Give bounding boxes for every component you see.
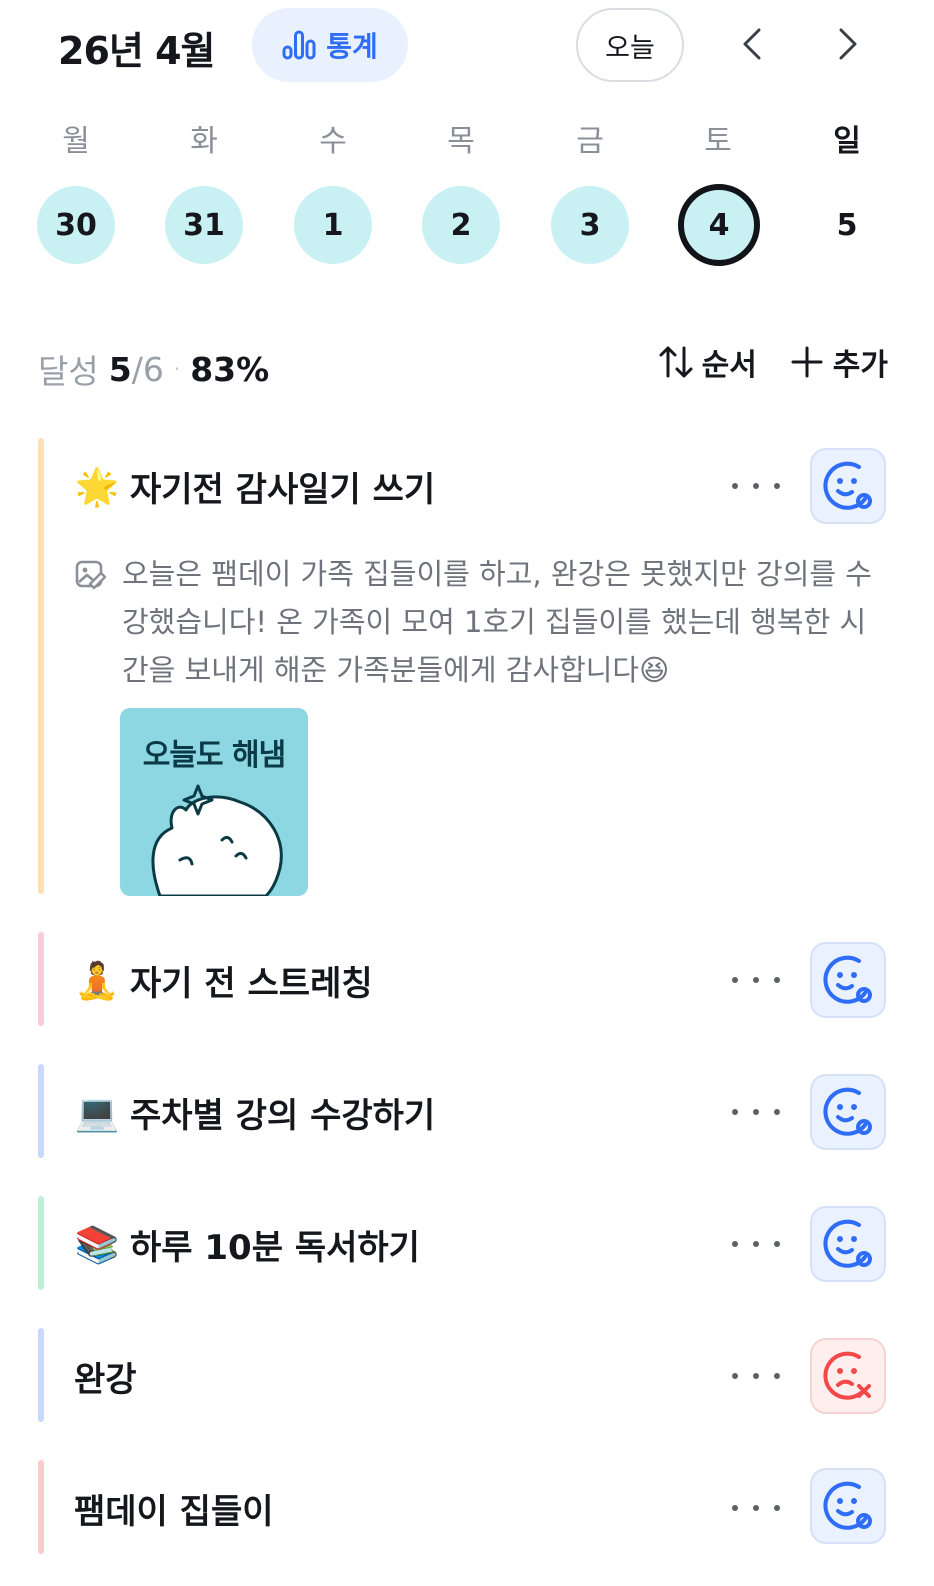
habit-item[interactable]: 💻 주차별 강의 수강하기 [38,1064,896,1158]
habit-title: 💻 주차별 강의 수강하기 [74,1088,436,1137]
date-cell[interactable]: 30 [37,186,115,264]
mood-check-button[interactable] [810,1206,886,1282]
weekday-sun: 일 [833,124,861,159]
date-cell-selected[interactable]: 4 [678,184,760,266]
habit-memo: 오늘은 팸데이 가족 집들이를 하고, 완강은 못했지만 강의를 수강했습니다!… [74,550,874,694]
more-options-icon[interactable] [732,1356,780,1396]
today-button[interactable]: 오늘 [576,8,684,82]
habit-color-bar [38,932,44,1026]
more-options-icon[interactable] [732,1488,780,1528]
weekday-fri: 금 [576,124,604,159]
chevron-right-icon[interactable] [826,22,870,66]
achievement-label: 달성 [38,352,99,391]
mood-check-button[interactable] [810,448,886,524]
weekday-mon: 월 [62,124,90,159]
habit-title-text: 자기전 감사일기 쓰기 [130,470,436,510]
smile-check-icon [823,1219,872,1268]
habit-color-bar [38,1328,44,1422]
weekday-wed: 수 [319,124,347,159]
more-options-icon[interactable] [732,960,780,1000]
plus-icon [791,346,823,378]
more-options-icon[interactable] [732,1092,780,1132]
habit-title: 🧘 자기 전 스트레칭 [74,956,373,1005]
mood-check-button[interactable] [810,942,886,1018]
habit-title-text: 주차별 강의 수강하기 [130,1096,436,1136]
sort-arrows-icon [659,346,693,378]
sticker-character-icon [151,784,283,896]
habit-color-bar [38,1064,44,1158]
mood-fail-button[interactable] [810,1338,886,1414]
habit-title: 📚 하루 10분 독서하기 [74,1220,420,1269]
sort-button[interactable]: 순서 [656,340,757,384]
habit-title-text: 완강 [74,1360,137,1400]
separator-dot: · [173,357,181,381]
habit-item[interactable]: 🧘 자기 전 스트레칭 [38,932,896,1026]
habit-item[interactable]: 완강 [38,1328,896,1422]
weekday-row: 월 화 수 목 금 토 일 [0,116,934,164]
smile-check-icon [823,955,872,1004]
habit-item[interactable]: 팸데이 집들이 [38,1460,896,1554]
date-row: 30 31 1 2 3 4 5 [0,184,934,266]
weekday-thu: 목 [447,124,475,159]
memo-text: 오늘은 팸데이 가족 집들이를 하고, 완강은 못했지만 강의를 수강했습니다!… [122,557,872,687]
smile-check-icon [823,461,872,510]
add-habit-button[interactable]: 추가 [787,340,888,384]
more-options-icon[interactable] [732,1224,780,1264]
sticker-image: 오늘도 해냄 [120,708,308,896]
stats-label: 통계 [326,30,378,63]
star-emoji-icon: 🌟 [74,466,120,508]
add-label: 추가 [832,348,888,383]
habit-title-text: 팸데이 집들이 [74,1492,274,1532]
month-title: 26년 4월 [58,29,215,73]
habit-color-bar [38,1460,44,1554]
books-emoji-icon: 📚 [74,1224,120,1266]
habit-color-bar [38,1196,44,1290]
list-actions: 순서 추가 [656,340,888,384]
habit-title-text: 하루 10분 독서하기 [130,1228,420,1268]
image-memo-icon [75,560,107,590]
more-options-icon[interactable] [732,466,780,506]
bar-chart-icon [282,30,316,60]
achievement-fraction: 5/6 [109,350,164,389]
chevron-left-icon[interactable] [730,22,774,66]
habit-item[interactable]: 🌟 자기전 감사일기 쓰기 오늘은 팸데이 가족 집들이를 하고, 완강은 못했… [38,438,896,896]
laptop-emoji-icon: 💻 [74,1092,120,1134]
date-cell[interactable]: 3 [551,186,629,264]
mood-check-button[interactable] [810,1074,886,1150]
sort-label: 순서 [701,348,757,383]
weekday-sat: 토 [704,124,732,159]
habit-title: 팸데이 집들이 [74,1484,274,1533]
sad-x-icon [823,1351,871,1400]
habit-title-text: 자기 전 스트레칭 [130,964,373,1004]
habit-title: 완강 [74,1352,137,1401]
habit-color-bar [38,438,44,894]
smile-check-icon [823,1481,872,1530]
stats-button[interactable]: 통계 [252,8,408,82]
achievement-percent: 83% [190,349,270,389]
weekday-tue: 화 [190,124,218,159]
achievement-summary: 달성 5/6 · 83% [38,345,269,393]
achievement-total: /6 [131,349,164,389]
calendar-header: 26년 4월 통계 오늘 [0,0,934,90]
mood-check-button[interactable] [810,1468,886,1544]
achievement-done: 5 [108,349,132,389]
meditation-emoji-icon: 🧘 [74,960,120,1002]
date-cell[interactable]: 1 [294,186,372,264]
date-cell[interactable]: 5 [808,186,886,264]
habit-title: 🌟 자기전 감사일기 쓰기 [74,462,436,511]
habit-item[interactable]: 📚 하루 10분 독서하기 [38,1196,896,1290]
date-cell[interactable]: 31 [165,186,243,264]
smile-check-icon [823,1087,872,1136]
date-cell[interactable]: 2 [422,186,500,264]
